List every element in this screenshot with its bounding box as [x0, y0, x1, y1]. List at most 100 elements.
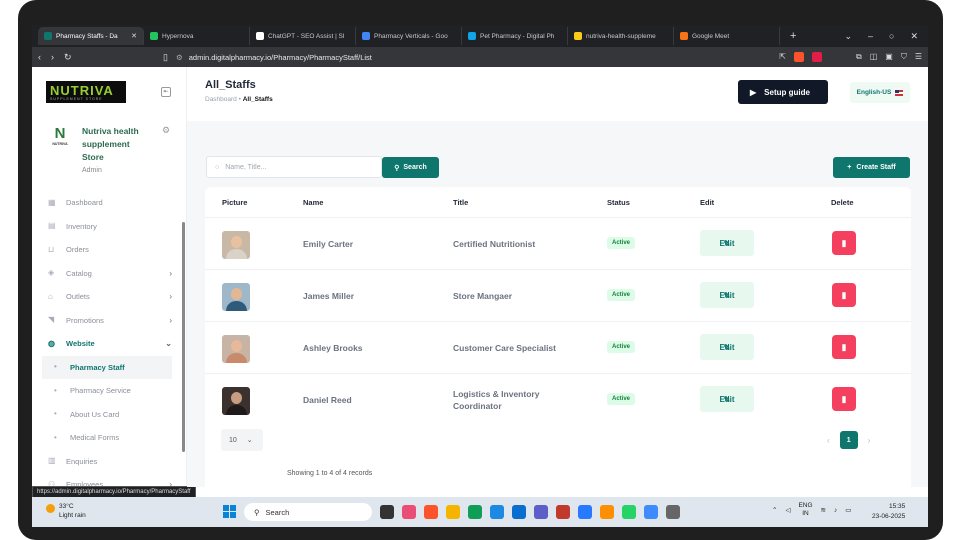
- brand-logo[interactable]: NUTRIVA SUPPLEMENT STORE: [46, 81, 126, 103]
- table-header: Picture Name Title Status Edit Delete: [205, 187, 911, 217]
- browser-tab[interactable]: nutriva-health-suppleme: [568, 27, 674, 45]
- reload-icon[interactable]: ↻: [64, 52, 72, 63]
- sidebar-item-pharmacy-service[interactable]: • Pharmacy Service: [42, 379, 172, 403]
- store-icon[interactable]: [512, 505, 526, 519]
- vpn-icon[interactable]: ⛉: [901, 52, 907, 62]
- chevron-icon: ›: [169, 315, 172, 325]
- edit-button[interactable]: ✎ Edit: [700, 282, 754, 308]
- copilot-icon[interactable]: [402, 505, 416, 519]
- back-icon[interactable]: ‹: [38, 52, 41, 63]
- battery-icon[interactable]: ▭: [845, 506, 851, 514]
- collapse-sidebar-button[interactable]: ⇤: [161, 87, 171, 97]
- outlook-icon[interactable]: [490, 505, 504, 519]
- delete-button[interactable]: ▮: [832, 387, 856, 411]
- input-language[interactable]: ENG IN: [798, 502, 812, 518]
- sidebar-item-catalog[interactable]: ◈ Catalog ›: [42, 262, 172, 286]
- media-icon[interactable]: [556, 505, 570, 519]
- sidebar-item-pharmacy-staff[interactable]: • Pharmacy Staff: [42, 355, 172, 379]
- edit-button[interactable]: ✎ Edit: [700, 334, 754, 360]
- task-view-icon[interactable]: [380, 505, 394, 519]
- sidebar-item-medical-forms[interactable]: • Medical Forms: [42, 426, 172, 450]
- maximize-button[interactable]: ○: [889, 31, 894, 42]
- search-input[interactable]: ○ Name, Title...: [206, 156, 382, 178]
- close-window-button[interactable]: ✕: [910, 31, 918, 42]
- photos-icon[interactable]: [644, 505, 658, 519]
- clock[interactable]: 15:35 23-06-2025: [872, 502, 905, 522]
- next-page-button[interactable]: ›: [868, 436, 871, 445]
- records-info: Showing 1 to 4 of 4 records: [287, 470, 373, 477]
- start-button[interactable]: [223, 505, 237, 519]
- whatsapp-icon[interactable]: [622, 505, 636, 519]
- play-icon: ▶: [750, 87, 757, 97]
- teams-icon[interactable]: [534, 505, 548, 519]
- tab-label: Google Meet: [692, 32, 730, 40]
- sidebar-item-promotions[interactable]: ◥ Promotions ›: [42, 309, 172, 333]
- wallet-icon[interactable]: ▣: [885, 52, 893, 62]
- menu-icon[interactable]: ☰: [915, 52, 922, 62]
- trash-icon: ▮: [841, 289, 847, 300]
- rewards-icon[interactable]: [811, 52, 822, 62]
- edge-icon[interactable]: [468, 505, 482, 519]
- page-title: All_Staffs: [205, 79, 256, 91]
- browser-tab[interactable]: Google Meet: [674, 27, 780, 45]
- doc-icon: ▥: [48, 456, 56, 466]
- staff-avatar: [222, 335, 250, 363]
- sidebar-icon[interactable]: ◫: [870, 52, 878, 62]
- close-tab-icon[interactable]: ✕: [131, 32, 137, 40]
- wifi-icon[interactable]: ≋: [821, 506, 826, 514]
- browser-tab[interactable]: ChatGPT - SEO Assist | Sl: [250, 27, 356, 45]
- tab-label: Pharmacy Verticals - Goo: [374, 32, 448, 40]
- share-icon[interactable]: ⇱: [779, 52, 786, 62]
- delete-button[interactable]: ▮: [832, 283, 856, 307]
- volume-icon[interactable]: ♪: [834, 507, 837, 514]
- vscode-icon[interactable]: [578, 505, 592, 519]
- delete-button[interactable]: ▮: [832, 335, 856, 359]
- brave-shield-icon[interactable]: [793, 52, 804, 62]
- new-tab-button[interactable]: +: [780, 30, 806, 42]
- create-staff-button[interactable]: + Create Staff: [833, 157, 910, 178]
- gear-icon[interactable]: ⚙: [162, 125, 170, 136]
- language-selector[interactable]: English-US: [850, 82, 910, 103]
- browser-tab[interactable]: Hypernova: [144, 27, 250, 45]
- status-badge: Active: [607, 393, 636, 405]
- address-bar[interactable]: ⚙ admin.digitalpharmacy.io/Pharmacy/Pharm…: [168, 53, 779, 62]
- sidebar-item-dashboard[interactable]: ▦ Dashboard: [42, 191, 172, 215]
- staff-title: Store Mangaer: [453, 290, 513, 301]
- page-size-select[interactable]: 10 ⌄: [221, 429, 263, 451]
- tab-search-icon[interactable]: ⌄: [844, 31, 852, 42]
- extensions-icon[interactable]: ⧉: [856, 52, 862, 62]
- search-button[interactable]: ⚲ Search: [382, 157, 439, 178]
- sidebar-item-employees[interactable]: ⚇ Employees ›: [42, 473, 172, 487]
- col-title: Title: [453, 198, 469, 207]
- edit-button[interactable]: ✎ Edit: [700, 230, 754, 256]
- browser-tab[interactable]: Pharmacy Verticals - Goo: [356, 27, 462, 45]
- browser-tab[interactable]: Pet Pharmacy - Digital Ph: [462, 27, 568, 45]
- vlc-icon[interactable]: [600, 505, 614, 519]
- col-name: Name: [303, 198, 324, 207]
- brave-icon[interactable]: [424, 505, 438, 519]
- delete-button[interactable]: ▮: [832, 231, 856, 255]
- edit-button[interactable]: ✎ Edit: [700, 386, 754, 412]
- prev-page-button[interactable]: ‹: [827, 436, 830, 445]
- sidebar-item-inventory[interactable]: ▤ Inventory: [42, 215, 172, 239]
- breadcrumb-root[interactable]: Dashboard: [205, 96, 237, 103]
- weather-widget[interactable]: 33°C Light rain: [46, 502, 86, 520]
- chevron-up-icon[interactable]: ⌃: [772, 506, 777, 514]
- sidebar-item-orders[interactable]: ⊔ Orders: [42, 238, 172, 262]
- sidebar-item-about-us-card[interactable]: • About Us Card: [42, 403, 172, 427]
- table-row: Ashley Brooks Customer Care Specialist Act…: [205, 321, 911, 373]
- sidebar-item-enquiries[interactable]: ▥ Enquiries: [42, 450, 172, 474]
- nav-buttons: ‹ › ↻ ▯: [38, 52, 168, 63]
- taskbar-search[interactable]: ⚲ Search: [244, 503, 372, 521]
- minimize-button[interactable]: –: [868, 31, 873, 42]
- page-button-current[interactable]: 1: [839, 431, 858, 449]
- browser-tab[interactable]: Pharmacy Staffs - Da ✕: [38, 27, 144, 45]
- sidebar-item-website[interactable]: ◍ Website ⌄: [42, 332, 172, 356]
- file-explorer-icon[interactable]: [446, 505, 460, 519]
- sidebar-item-outlets[interactable]: ⌂ Outlets ›: [42, 285, 172, 309]
- setup-guide-button[interactable]: ▶ Setup guide: [738, 80, 828, 104]
- settings-icon[interactable]: [666, 505, 680, 519]
- pen-icon[interactable]: ◁: [785, 506, 790, 514]
- forward-icon[interactable]: ›: [51, 52, 54, 63]
- sidebar-scrollbar[interactable]: [182, 222, 185, 452]
